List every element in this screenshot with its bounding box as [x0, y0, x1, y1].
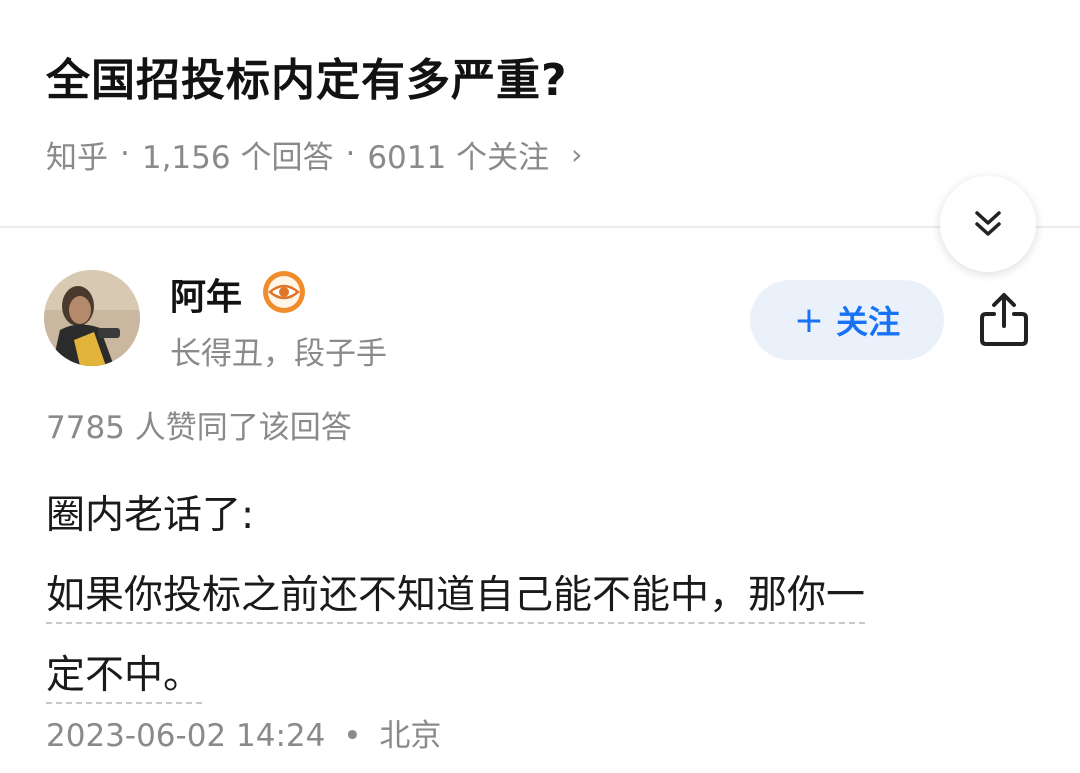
plus-icon: + — [793, 299, 825, 341]
double-chevron-down-icon — [975, 211, 1001, 236]
follower-count: 6011 个关注 — [367, 139, 550, 176]
chevron-right-icon: › — [571, 137, 583, 171]
follow-label: 关注 — [836, 303, 901, 341]
collapse-button[interactable] — [940, 176, 1036, 272]
avatar-image — [44, 270, 140, 366]
answer-paragraph: 如果你投标之前还不知道自己能不能中，那你一 定不中。 — [46, 556, 1036, 716]
author-bio: 长得丑，段子手 — [170, 336, 387, 372]
answer-line: 如果你投标之前还不知道自己能不能中，那你一 — [46, 573, 866, 624]
answer-location: 北京 — [379, 718, 442, 754]
share-icon[interactable] — [976, 290, 1032, 348]
meta-separator: · — [120, 136, 130, 172]
eye-badge-icon — [260, 268, 308, 316]
question-title[interactable]: 全国招投标内定有多严重? — [46, 44, 568, 108]
avatar[interactable] — [44, 270, 140, 366]
footer-separator: • — [343, 718, 362, 754]
question-meta[interactable]: 知乎 · 1,156 个回答 · 6011 个关注 › — [46, 132, 582, 176]
upvote-count: 7785 人赞同了该回答 — [46, 410, 352, 446]
answer-line: 定不中。 — [46, 653, 203, 704]
answer-count: 1,156 个回答 — [141, 139, 334, 176]
meta-separator: · — [345, 136, 356, 172]
author-name[interactable]: 阿年 — [170, 268, 242, 320]
divider — [0, 226, 1080, 228]
source-label: 知乎 — [46, 139, 108, 176]
follow-button[interactable]: + 关注 — [750, 280, 944, 360]
answer-body[interactable]: 圈内老话了: 如果你投标之前还不知道自己能不能中，那你一 定不中。 — [46, 476, 1036, 716]
answer-paragraph: 圈内老话了: — [46, 493, 255, 538]
answer-timestamp: 2023-06-02 14:24 — [46, 718, 326, 754]
answer-footer: 2023-06-02 14:24 • 北京 — [46, 710, 441, 755]
